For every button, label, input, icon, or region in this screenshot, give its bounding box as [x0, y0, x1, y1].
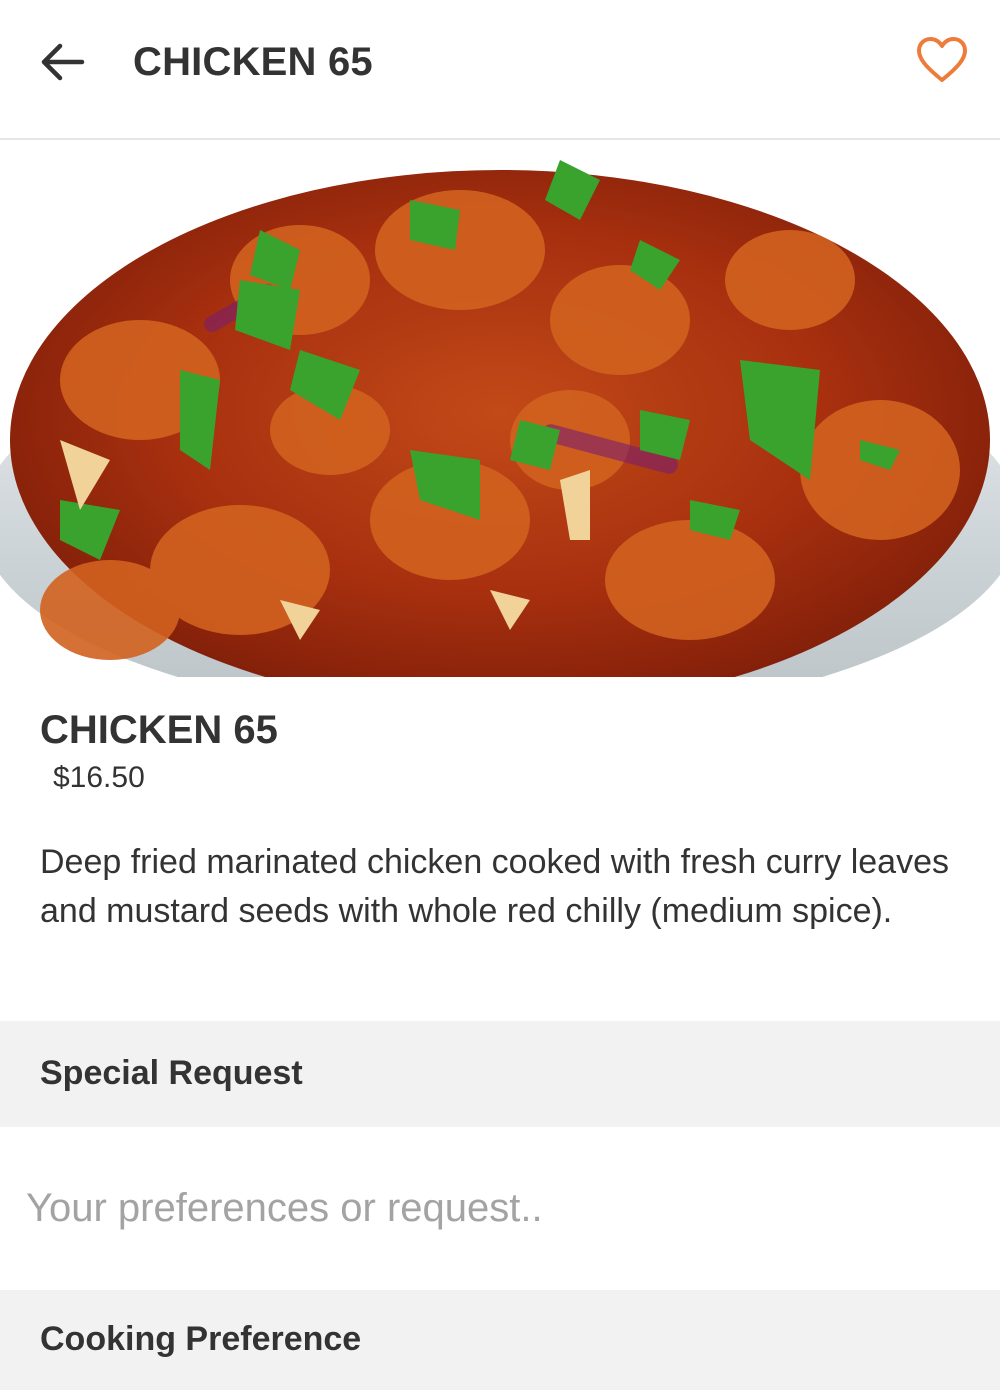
item-name: CHICKEN 65 [40, 708, 278, 752]
heart-outline-icon [917, 37, 967, 82]
special-request-label: Special Request [40, 1054, 303, 1092]
back-button[interactable] [30, 30, 94, 94]
page-title: CHICKEN 65 [133, 40, 373, 84]
item-info: CHICKEN 65 $16.50 [40, 708, 960, 795]
dish-image [0, 140, 1000, 677]
arrow-left-icon [41, 43, 85, 81]
cooking-preference-label: Cooking Preference [40, 1320, 362, 1358]
item-price: $16.50 [53, 761, 145, 794]
dish-photo [0, 140, 1000, 677]
favorite-button[interactable] [910, 28, 974, 92]
special-request-input[interactable] [0, 1127, 1000, 1290]
special-request-header: Special Request [0, 1021, 1000, 1127]
top-bar: CHICKEN 65 [0, 0, 1000, 140]
item-description: Deep fried marinated chicken cooked with… [40, 843, 949, 930]
cooking-preference-header: Cooking Preference [0, 1290, 1000, 1390]
